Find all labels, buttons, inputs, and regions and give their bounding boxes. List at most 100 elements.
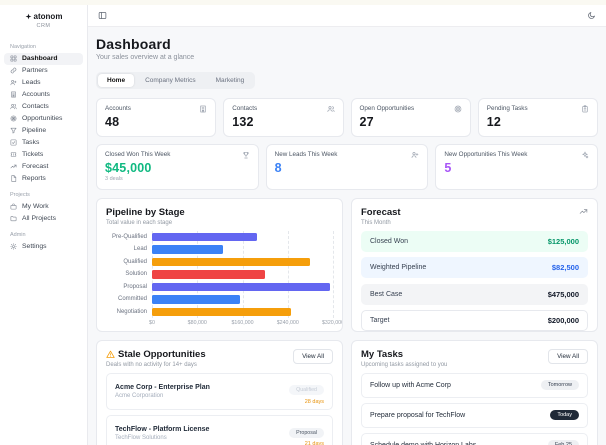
task-item-prepare-proposal-for-techflow[interactable]: Prepare proposal for TechFlow Today: [361, 402, 588, 428]
forecast-rows: Closed Won $125,000 Weighted Pipeline $82,5…: [361, 230, 588, 331]
sidebar-item-partners[interactable]: Partners: [4, 65, 83, 77]
chart-bar-pre-qualified: [152, 232, 257, 241]
users-icon: [327, 105, 335, 113]
task-item-follow-up-with-acme-corp[interactable]: Follow up with Acme Corp Tomorrow: [361, 372, 588, 398]
weekly-card-new-leads-this-week[interactable]: New Leads This Week 8: [265, 144, 429, 190]
stage-badge: Qualified: [289, 385, 324, 395]
content: Dashboard Your sales overview at a glanc…: [88, 27, 606, 445]
sidebar-item-label: Opportunities: [22, 115, 63, 122]
nav-section-label: Admin: [10, 231, 26, 238]
stale-item-name: TechFlow - Platform License: [115, 426, 210, 434]
stale-list: Acme Corp - Enterprise Plan Acme Corporat…: [106, 372, 333, 445]
stale-days: 28 days: [304, 398, 324, 405]
task-due-badge: Feb 25: [547, 440, 579, 445]
sidebar-item-settings[interactable]: Settings: [4, 241, 83, 253]
briefcase-icon: [10, 203, 17, 210]
stale-item-name: Acme Corp - Enterprise Plan: [115, 383, 210, 391]
sidebar-item-label: Tickets: [22, 151, 44, 158]
my-tasks-panel: My Tasks Upcoming tasks assigned to you …: [351, 340, 598, 445]
stale-subtitle: Deals with no activity for 14+ days: [106, 361, 197, 368]
folder-icon: [10, 215, 17, 222]
sidebar-item-dashboard[interactable]: Dashboard: [4, 52, 83, 65]
sidebar-item-all-projects[interactable]: All Projects: [4, 213, 83, 225]
sidebar-item-pipeline[interactable]: Pipeline: [4, 125, 83, 137]
tab-marketing[interactable]: Marketing: [207, 74, 254, 87]
stale-view-all-button[interactable]: View All: [293, 349, 333, 364]
stat-card-accounts[interactable]: Accounts 48: [96, 98, 217, 137]
stat-label: Contacts: [232, 105, 258, 112]
task-list: Follow up with Acme Corp Tomorrow Prepare …: [361, 372, 588, 445]
sidebar-item-my-work[interactable]: My Work: [4, 201, 83, 213]
task-due-badge: Today: [550, 410, 579, 420]
chart-bar-qualified: [152, 257, 311, 266]
pipeline-panel: Pipeline by Stage Total value in each st…: [96, 198, 343, 332]
building-icon: [199, 105, 207, 113]
building-icon: [10, 91, 17, 98]
chart-x-tick: $320,000: [321, 320, 343, 326]
forecast-row-target: Target $200,000: [361, 310, 588, 331]
chart-bar-row: [152, 306, 333, 319]
trophy-icon: [242, 151, 250, 159]
sparkle-icon: [581, 151, 589, 159]
chart-bar-row: [152, 268, 333, 281]
sidebar-item-tasks[interactable]: Tasks: [4, 137, 83, 149]
forecast-label: Best Case: [370, 290, 403, 298]
weekly-value: 8: [274, 161, 282, 175]
chart-gridline: [333, 230, 334, 318]
theme-toggle-icon[interactable]: [587, 11, 596, 20]
sidebar-item-forecast[interactable]: Forecast: [4, 161, 83, 173]
target-icon: [10, 115, 17, 122]
weekly-cards: Closed Won This Week $45,000 3 deals New Le…: [96, 144, 598, 190]
sidebar-item-label: Partners: [22, 67, 48, 74]
chart-x-axis: $0 $80,000 $160,000 $240,000 $320,000: [149, 320, 342, 328]
users-icon: [10, 103, 17, 110]
stale-item-company: TechFlow Solutions: [115, 435, 167, 442]
sidebar-item-label: Pipeline: [22, 127, 47, 134]
forecast-value: $200,000: [547, 316, 579, 325]
ticket-icon: [10, 151, 17, 158]
forecast-title: Forecast: [361, 207, 401, 218]
task-name: Schedule demo with Horizon Labs: [370, 441, 477, 445]
weekly-sub: 3 deals: [105, 176, 123, 182]
forecast-label: Weighted Pipeline: [370, 264, 427, 271]
weekly-label: New Opportunities This Week: [444, 151, 528, 158]
sidebar-toggle-icon[interactable]: [98, 11, 107, 20]
page-title: Dashboard: [96, 36, 171, 52]
sidebar-item-leads[interactable]: Leads: [4, 77, 83, 89]
stat-label: Accounts: [105, 105, 131, 112]
stat-card-open-opportunities[interactable]: Open Opportunities 27: [350, 98, 471, 137]
forecast-subtitle: This Month: [361, 219, 391, 226]
weekly-card-new-opportunities-this-week[interactable]: New Opportunities This Week 5: [435, 144, 598, 190]
sidebar-item-reports[interactable]: Reports: [4, 173, 83, 185]
sidebar-item-tickets[interactable]: Tickets: [4, 149, 83, 161]
forecast-value: $82,500: [551, 263, 579, 272]
sidebar-item-contacts[interactable]: Contacts: [4, 101, 83, 113]
task-item-schedule-demo-with-horizon-labs[interactable]: Schedule demo with Horizon Labs Feb 25: [361, 432, 588, 445]
tab-home[interactable]: Home: [98, 74, 135, 87]
stale-item-techflow-platform-license[interactable]: TechFlow - Platform License TechFlow Solu…: [106, 415, 333, 445]
chart-bar-row: [152, 243, 333, 256]
tasks-view-all-button[interactable]: View All: [548, 349, 588, 364]
tab-company-metrics[interactable]: Company Metrics: [136, 74, 205, 87]
pipeline-chart: Pre-Qualified Lead Qualified Solution Propos…: [106, 230, 334, 319]
stale-title: Stale Opportunities: [118, 349, 206, 360]
sidebar-item-accounts[interactable]: Accounts: [4, 89, 83, 101]
chart-bar-row: [152, 256, 333, 269]
weekly-card-closed-won-this-week[interactable]: Closed Won This Week $45,000 3 deals: [96, 144, 259, 190]
stat-value: 132: [232, 115, 254, 129]
brand: atonom CRM: [0, 12, 87, 37]
stat-label: Open Opportunities: [359, 105, 415, 112]
logo-icon: [25, 13, 32, 20]
sidebar-item-opportunities[interactable]: Opportunities: [4, 113, 83, 125]
weekly-value: $45,000: [105, 161, 152, 175]
target-icon: [454, 105, 462, 113]
stale-item-acme-corp-enterprise-plan[interactable]: Acme Corp - Enterprise Plan Acme Corporat…: [106, 372, 333, 410]
weekly-value: 5: [444, 161, 452, 175]
handshake-icon: [10, 67, 17, 74]
chart-category-label: Negotiation: [116, 308, 147, 315]
chart-bar-negotiation: [152, 307, 291, 316]
chart-category-label: Pre-Qualified: [111, 233, 147, 240]
stale-opportunities-panel: Stale Opportunities Deals with no activi…: [96, 340, 343, 445]
stat-card-contacts[interactable]: Contacts 132: [223, 98, 344, 137]
stat-card-pending-tasks[interactable]: Pending Tasks 12: [477, 98, 598, 137]
